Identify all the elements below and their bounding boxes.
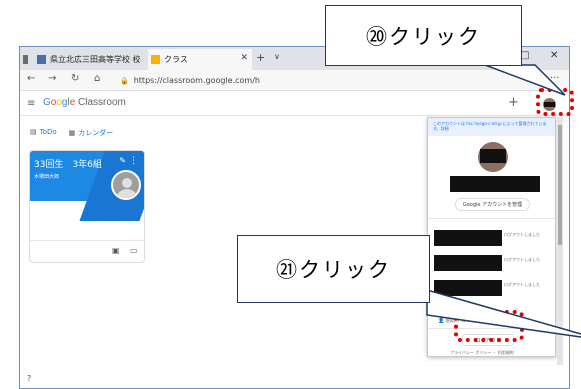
teacher-avatar <box>111 170 141 200</box>
tab-pinned[interactable] <box>20 49 32 70</box>
todo-icon: ▤ <box>30 128 37 136</box>
tab-label: 県立北広三田高等学校 校 <box>50 55 141 64</box>
avatar-head <box>122 178 132 188</box>
callout-tail <box>484 64 566 96</box>
account-item[interactable]: ログアウトしました <box>434 228 552 250</box>
lock-icon: 🔒 <box>120 76 129 85</box>
home-button[interactable]: ⌂ <box>94 73 100 84</box>
tab-classroom[interactable]: クラス ✕ <box>148 49 252 70</box>
reload-button[interactable]: ↻ <box>71 73 79 84</box>
manage-account-button[interactable]: Google アカウントを管理 <box>455 198 530 211</box>
forward-button[interactable]: → <box>48 73 56 84</box>
account-avatar <box>478 142 508 172</box>
sub-navigation: ▤ ToDo ▦ カレンダー <box>30 128 113 138</box>
redaction <box>480 149 506 163</box>
close-window-button[interactable]: ✕ <box>550 50 558 61</box>
class-card[interactable]: 33回生 3年6組 木場田大郎 ✎ ⋮ ▣ ▭ <box>29 150 145 263</box>
account-name-redacted <box>450 176 540 192</box>
close-tab-icon[interactable]: ✕ <box>240 53 248 63</box>
todo-link[interactable]: ▤ ToDo <box>30 128 57 138</box>
help-icon[interactable]: ? <box>27 374 31 383</box>
account-status: ログアウトしました <box>504 257 540 262</box>
page-icon <box>23 55 28 64</box>
account-status: ログアウトしました <box>504 232 540 237</box>
class-title[interactable]: 33回生 3年6組 <box>34 157 102 170</box>
account-redacted <box>434 230 502 246</box>
calendar-link[interactable]: ▦ カレンダー <box>69 128 114 138</box>
url-text: https://classroom.google.com/h <box>133 76 260 85</box>
assignments-icon[interactable]: ▣ <box>112 246 120 255</box>
new-tab-button[interactable]: + <box>256 51 265 64</box>
callout-text: ㉑クリック <box>237 235 430 303</box>
tab-list-button[interactable]: ∨ <box>274 52 280 61</box>
back-button[interactable]: ← <box>27 73 35 84</box>
tab-school[interactable]: 県立北広三田高等学校 校 <box>34 49 146 70</box>
more-options-icon[interactable]: ⋮ <box>129 156 138 166</box>
calendar-icon: ▦ <box>68 129 76 137</box>
edit-icon[interactable]: ✎ <box>119 156 126 165</box>
scrollbar-thumb[interactable] <box>558 125 562 245</box>
address-bar[interactable]: 🔒 https://classroom.google.com/h <box>120 73 380 88</box>
tab-label: クラス <box>164 55 188 64</box>
classroom-favicon-icon <box>151 55 160 64</box>
account-status: ログアウトしました <box>504 282 540 287</box>
managed-account-notice: このアカウントは hsc.hyogo-c.ed.jp によって管理されています。… <box>428 118 555 136</box>
main-menu-icon[interactable]: ≡ <box>27 98 35 109</box>
class-card-footer: ▣ ▭ <box>30 240 144 262</box>
school-favicon-icon <box>37 55 46 64</box>
folder-icon[interactable]: ▭ <box>130 246 138 255</box>
class-teacher: 木場田大郎 <box>34 174 60 180</box>
google-classroom-logo[interactable]: Google Classroom <box>43 97 126 108</box>
callout-text: ⑳クリック <box>325 5 522 66</box>
divider <box>428 218 555 219</box>
